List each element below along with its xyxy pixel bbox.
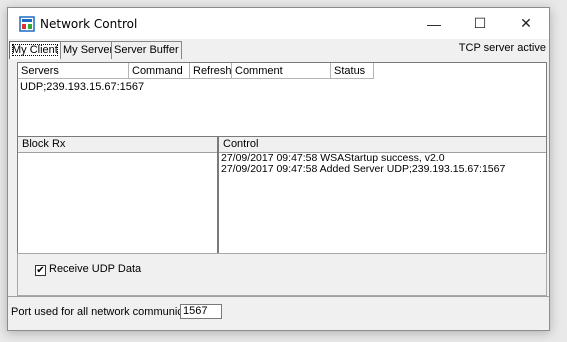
column-header-command[interactable]: Command [129, 63, 190, 79]
tab-label: Server Buffer [114, 44, 179, 56]
tab-my-client[interactable]: My Client [9, 41, 61, 59]
tab-label: My Client [12, 44, 58, 56]
network-control-app-icon [19, 16, 35, 32]
server-row[interactable]: UDP;239.193.15.67:1567 [20, 80, 144, 94]
column-header-status[interactable]: Status [331, 63, 374, 79]
control-panel: Control 27/09/2017 09:47:58 WSAStartup s… [218, 136, 547, 255]
tab-server-buffer[interactable]: Server Buffer [111, 41, 182, 59]
tab-my-server[interactable]: My Server [60, 41, 117, 59]
log-line: 27/09/2017 09:47:58 Added Server UDP;239… [221, 163, 506, 175]
window-title: Network Control [40, 17, 138, 31]
receive-udp-label[interactable]: Receive UDP Data [49, 263, 141, 275]
column-header-servers[interactable]: Servers [18, 63, 129, 79]
column-header-comment[interactable]: Comment [232, 63, 331, 79]
title-bar[interactable]: Network Control — ☐ ✕ [8, 8, 549, 39]
maximize-button[interactable]: ☐ [457, 8, 503, 39]
column-header-refresh[interactable]: Refresh [190, 63, 232, 79]
receive-udp-checkbox[interactable]: ✔ [35, 265, 46, 276]
servers-header: Servers Command Refresh Comment Status [18, 63, 546, 79]
network-control-window: Network Control — ☐ ✕ My Client My Serve… [7, 7, 550, 331]
server-status-text: TCP server active [458, 42, 546, 54]
tab-strip: My Client My Server Server Buffer TCP se… [8, 39, 549, 60]
block-rx-header: Block Rx [18, 137, 217, 153]
receive-options-group: ✔ Receive UDP Data [17, 253, 547, 296]
close-button[interactable]: ✕ [503, 8, 549, 39]
servers-list[interactable]: Servers Command Refresh Comment Status U… [17, 62, 547, 138]
tab-label: My Server [63, 44, 114, 56]
port-input[interactable] [180, 304, 222, 319]
block-rx-panel: Block Rx [17, 136, 218, 255]
port-footer: Port used for all network communications… [8, 296, 549, 330]
minimize-button[interactable]: — [411, 8, 457, 39]
control-header: Control [219, 137, 546, 153]
control-log[interactable]: 27/09/2017 09:47:58 WSAStartup success, … [221, 153, 544, 175]
